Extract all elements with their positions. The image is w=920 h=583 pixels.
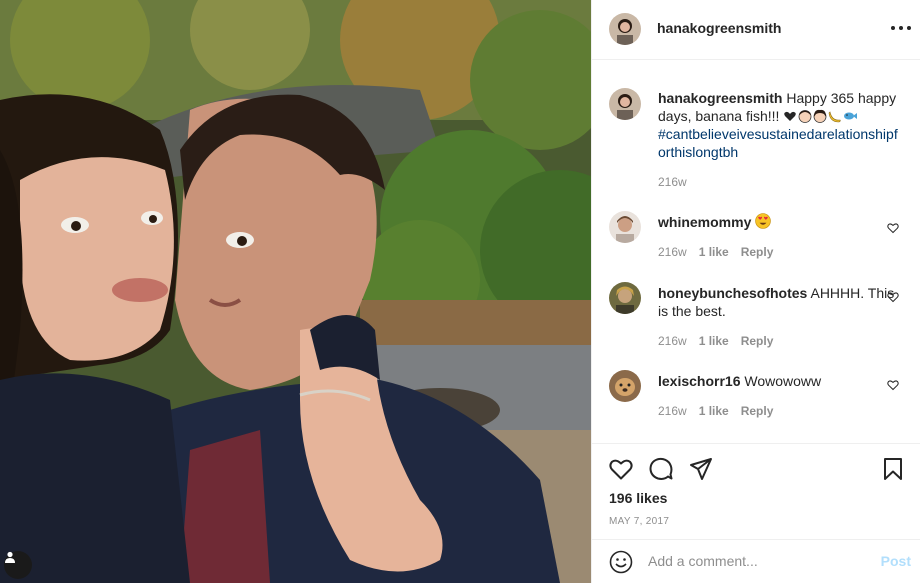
comment-likes[interactable]: 1 like xyxy=(699,334,729,348)
send-icon[interactable] xyxy=(688,456,714,482)
comment-age: 216w xyxy=(658,245,687,259)
comment-likes[interactable]: 1 like xyxy=(699,404,729,418)
heart-icon[interactable] xyxy=(887,222,899,234)
comment-body: honeybunchesofhotes AHHHH. This is the b… xyxy=(658,284,903,320)
girl-emoji xyxy=(813,109,827,123)
comment-avatar[interactable] xyxy=(609,211,641,243)
comment-meta: 216w 1 like Reply xyxy=(658,334,773,348)
likes-count[interactable]: 196 likes xyxy=(609,490,667,506)
comment-username[interactable]: whinemommy xyxy=(658,214,751,230)
banana-emoji xyxy=(828,111,841,123)
reply-button[interactable]: Reply xyxy=(741,245,774,259)
comment-username[interactable]: lexischorr16 xyxy=(658,373,741,389)
comment-body: whinemommy xyxy=(658,213,903,231)
comment-avatar[interactable] xyxy=(609,370,641,402)
comment-text: Wowowoww xyxy=(744,373,822,389)
author-username[interactable]: hanakogreensmith xyxy=(657,20,781,36)
comment-age: 216w xyxy=(658,334,687,348)
comment-likes[interactable]: 1 like xyxy=(699,245,729,259)
comment-avatar[interactable] xyxy=(609,282,641,314)
comment-input[interactable]: Add a comment... xyxy=(648,553,758,569)
heart-icon[interactable] xyxy=(608,456,634,482)
comment-icon[interactable] xyxy=(648,456,674,482)
add-comment-bar: Add a comment... Post xyxy=(592,539,920,583)
comment-age: 216w xyxy=(658,404,687,418)
post-header: hanakogreensmith xyxy=(592,0,920,60)
comment-body: lexischorr16 Wowowoww xyxy=(658,372,903,390)
heart-icon[interactable] xyxy=(887,291,899,303)
heart-eyes-emoji xyxy=(755,213,772,229)
instagram-post: hanakogreensmith hanakogreensmith Happy … xyxy=(0,0,920,583)
tagged-people-button[interactable] xyxy=(4,551,32,579)
heart-icon[interactable] xyxy=(887,379,899,391)
person-icon xyxy=(5,551,15,563)
caption-avatar[interactable] xyxy=(609,88,641,120)
post-date[interactable]: MAY 7, 2017 xyxy=(609,516,669,527)
caption-body: hanakogreensmith Happy 365 happy days, b… xyxy=(658,89,903,161)
fish-emoji xyxy=(844,112,858,120)
comments-list: hanakogreensmith Happy 365 happy days, b… xyxy=(592,61,920,442)
heart-emoji xyxy=(784,111,797,121)
comment-username[interactable]: honeybunchesofhotes xyxy=(658,285,807,301)
post-photo[interactable] xyxy=(0,0,591,583)
reply-button[interactable]: Reply xyxy=(741,404,774,418)
ellipsis-icon[interactable] xyxy=(891,18,911,38)
author-avatar[interactable] xyxy=(609,13,641,45)
comment-meta: 216w 1 like Reply xyxy=(658,245,773,259)
bookmark-icon[interactable] xyxy=(880,456,906,482)
post-sidebar: hanakogreensmith hanakogreensmith Happy … xyxy=(591,0,920,583)
post-comment-button[interactable]: Post xyxy=(881,553,911,569)
caption-age: 216w xyxy=(658,175,687,189)
post-actions: 196 likes MAY 7, 2017 xyxy=(592,443,920,539)
emoji-picker-icon[interactable] xyxy=(609,550,633,574)
caption-username[interactable]: hanakogreensmith xyxy=(658,90,782,106)
boy-emoji xyxy=(798,110,812,123)
caption-hashtag[interactable]: #cantbelieveivesustainedarelationshipfor… xyxy=(658,126,898,160)
selfie-photo-illustration xyxy=(0,0,591,583)
reply-button[interactable]: Reply xyxy=(741,334,774,348)
comment-meta: 216w 1 like Reply xyxy=(658,404,773,418)
